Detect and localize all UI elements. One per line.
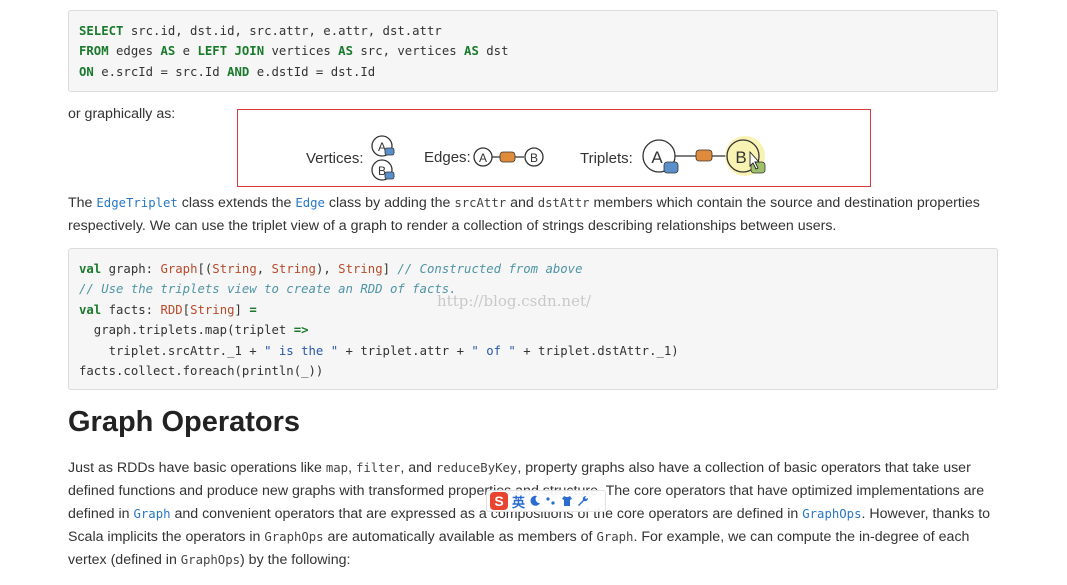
code-token: val	[79, 262, 102, 276]
code-token: edges	[108, 44, 161, 59]
code-line: triplet.srcAttr._1 + " is the " + triple…	[79, 341, 987, 361]
code-token: " of "	[471, 343, 516, 358]
code-token: FROM	[79, 44, 109, 59]
code-token: AS	[338, 44, 353, 59]
code-token: + triplet.dstAttr._1)	[515, 343, 679, 358]
code-token: AS	[160, 44, 176, 59]
api-link[interactable]: GraphOps	[802, 507, 861, 521]
inline-code: reduceByKey	[435, 461, 518, 475]
code-token: Graph	[160, 262, 198, 276]
code-token: ),	[315, 262, 339, 276]
code-line: val graph: Graph[(String, String), Strin…	[79, 259, 987, 279]
code-token: " is the "	[264, 343, 339, 358]
api-link[interactable]: EdgeTriplet	[96, 196, 177, 210]
sogou-logo-icon[interactable]: S	[490, 492, 508, 510]
code-token: e.dstId = dst.Id	[249, 64, 376, 79]
code-token: ]	[382, 262, 398, 276]
code-token: src.id, dst.id, src.attr, e.attr, dst.at…	[123, 24, 442, 38]
code-token: LEFT JOIN	[197, 44, 265, 59]
graph-operators-paragraph: Just as RDDs have basic operations like …	[68, 457, 1003, 572]
code-token: =	[249, 302, 257, 317]
code-token: // Constructed from above	[397, 262, 583, 276]
code-token: facts.collect.foreach(println(_))	[79, 363, 324, 378]
punctuation-icon[interactable]	[545, 495, 557, 507]
edgetriplet-paragraph: The EdgeTriplet class extends the Edge c…	[68, 192, 998, 238]
edge-icon: A B	[473, 147, 544, 167]
code-line: facts.collect.foreach(println(_))	[79, 361, 987, 381]
svg-text:B: B	[735, 148, 746, 167]
code-token: // Use the triplets view to create an RD…	[79, 282, 457, 297]
code-token: graph:	[101, 262, 161, 276]
wrench-icon[interactable]	[577, 495, 589, 507]
svg-text:B: B	[530, 151, 538, 165]
watermark: http://blog.csdn.net/	[437, 292, 592, 310]
vertices-label: Vertices:	[306, 150, 364, 167]
code-token: e	[175, 44, 198, 59]
code-token: [(	[197, 262, 213, 276]
api-link[interactable]: Graph	[133, 507, 170, 521]
edges-label: Edges:	[424, 149, 471, 166]
ime-mode-toggle[interactable]: 英	[512, 492, 525, 511]
paragraph-text: Just as RDDs have basic operations like	[68, 460, 326, 476]
paragraph-text: The	[68, 195, 97, 211]
code-token: [	[182, 302, 191, 317]
code-token: AS	[464, 44, 479, 59]
paragraph-text: , and	[400, 460, 436, 476]
code-token: vertices	[264, 44, 339, 59]
code-token: String	[212, 262, 257, 276]
scala-code-block: val graph: Graph[(String, String), Strin…	[68, 248, 998, 390]
code-line: FROM edges AS e LEFT JOIN vertices AS sr…	[79, 41, 987, 61]
code-token: graph.triplets.map(triplet	[79, 323, 294, 338]
svg-text:A: A	[479, 151, 487, 165]
inline-code: filter	[355, 461, 401, 475]
code-token: dst	[478, 44, 509, 59]
code-token: ON	[79, 64, 94, 79]
code-token: triplet.srcAttr._1 +	[79, 343, 265, 358]
paragraph-text: class by adding the	[324, 195, 455, 211]
code-token: e.srcId = src.Id	[93, 64, 228, 79]
code-token: ,	[256, 262, 272, 276]
inline-code: GraphOps	[180, 553, 241, 567]
code-token: AND	[227, 64, 250, 79]
svg-text:A: A	[651, 148, 663, 167]
sql-code-block: SELECT src.id, dst.id, src.attr, e.attr,…	[68, 10, 998, 92]
code-line: SELECT src.id, dst.id, src.attr, e.attr,…	[79, 21, 987, 41]
inline-code: GraphOps	[264, 530, 324, 544]
paragraph-text: are automatically available as members o…	[323, 529, 597, 545]
inline-code: dstAttr	[537, 196, 590, 210]
code-token: SELECT	[79, 24, 124, 38]
code-token: ]	[234, 302, 250, 317]
paragraph-text: and	[506, 195, 538, 211]
paragraph-text: class extends the	[177, 195, 296, 211]
code-token: src, vertices	[352, 44, 465, 59]
triplets-label: Triplets:	[580, 150, 633, 167]
skin-shirt-icon[interactable]	[561, 495, 573, 507]
inline-code: srcAttr	[454, 196, 507, 210]
vertex-b-icon: B	[371, 159, 395, 181]
triplet-figure: Vertices: A B Edges: A B Triplets: A B	[237, 109, 871, 187]
inline-code: Graph	[596, 530, 634, 544]
inline-code: map	[325, 461, 349, 475]
graph-operators-heading: Graph Operators	[68, 406, 301, 438]
code-token: String	[190, 302, 235, 317]
triplet-diagram: Vertices: A B Edges: A B Triplets: A B	[306, 135, 766, 181]
vertex-a-icon: A	[371, 135, 395, 157]
code-token: String	[271, 262, 316, 276]
paragraph-text: ,	[348, 460, 356, 476]
code-token: + triplet.attr +	[338, 343, 472, 358]
code-token: String	[338, 262, 383, 276]
code-token: val	[79, 302, 102, 317]
ime-toolbar[interactable]: S 英	[486, 490, 606, 512]
code-token: facts:	[101, 302, 161, 317]
triplet-icon: A B	[642, 136, 766, 176]
code-line: ON e.srcId = src.Id AND e.dstId = dst.Id	[79, 62, 987, 82]
paragraph-text: ) by the following:	[240, 552, 351, 568]
api-link[interactable]: Edge	[295, 196, 325, 210]
code-line: graph.triplets.map(triplet =>	[79, 320, 987, 340]
code-token: =>	[293, 323, 309, 338]
moon-icon[interactable]	[529, 495, 541, 507]
code-token: RDD	[160, 302, 183, 317]
